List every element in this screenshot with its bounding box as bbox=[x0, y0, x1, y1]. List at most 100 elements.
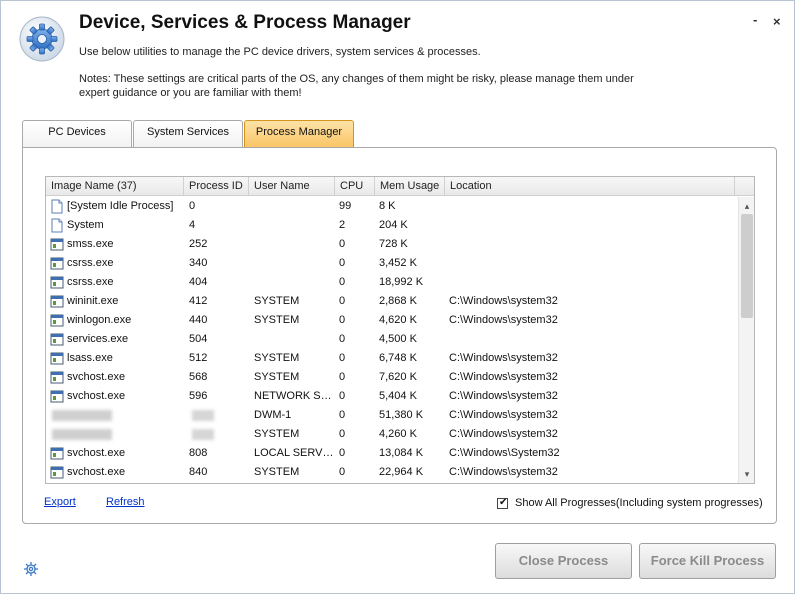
cpu-cell: 0 bbox=[339, 257, 346, 269]
table-row[interactable]: System 4 2 204 K bbox=[46, 216, 738, 235]
process-id-cell: 568 bbox=[189, 371, 208, 383]
app-window-icon bbox=[50, 447, 64, 460]
cpu-cell: 0 bbox=[339, 409, 346, 421]
process-id-cell: 512 bbox=[189, 352, 208, 364]
table-row[interactable]: svchost.exe 840 SYSTEM 0 22,964 K C:\Windows\… bbox=[46, 463, 738, 482]
list-header: Image Name (37) Process ID User Name CPU… bbox=[46, 177, 754, 196]
table-row[interactable]: winlogon.exe 440 SYSTEM 0 4,620 K C:\Windows\… bbox=[46, 311, 738, 330]
cpu-cell: 0 bbox=[339, 314, 346, 326]
app-window-icon bbox=[50, 333, 64, 346]
cpu-cell: 0 bbox=[339, 238, 346, 250]
column-header-image-name[interactable]: Image Name (37) bbox=[46, 177, 184, 195]
table-row[interactable]: DWM-1 0 51,380 K C:\Windows\system32 bbox=[46, 406, 738, 425]
user-name-cell: SYSTEM bbox=[254, 428, 300, 440]
column-header-user-name[interactable]: User Name bbox=[249, 177, 335, 195]
mem-usage-cell: 728 K bbox=[379, 238, 408, 250]
table-row[interactable]: wininit.exe 412 SYSTEM 0 2,868 K C:\Windows\s… bbox=[46, 292, 738, 311]
cpu-cell: 0 bbox=[339, 466, 346, 478]
location-cell: C:\Windows\system32 bbox=[449, 352, 558, 364]
location-cell: C:\Windows\system32 bbox=[449, 314, 558, 326]
location-cell: C:\Windows\system32 bbox=[449, 409, 558, 421]
process-name-cell: lsass.exe bbox=[67, 352, 113, 364]
app-window-icon bbox=[50, 314, 64, 327]
table-row[interactable]: SYSTEM 0 4,260 K C:\Windows\system32 bbox=[46, 425, 738, 444]
mem-usage-cell: 7,620 K bbox=[379, 371, 417, 383]
export-link[interactable]: Export bbox=[44, 496, 76, 508]
table-row[interactable]: svchost.exe 568 SYSTEM 0 7,620 K C:\Windows\s… bbox=[46, 368, 738, 387]
window-title: Device, Services & Process Manager bbox=[79, 12, 411, 33]
app-window-icon bbox=[50, 238, 64, 251]
table-row[interactable]: [System Idle Process] 0 99 8 K bbox=[46, 197, 738, 216]
mem-usage-cell: 2,868 K bbox=[379, 295, 417, 307]
checkmark-icon: ✔ bbox=[499, 497, 508, 508]
process-id-cell: 340 bbox=[189, 257, 208, 269]
user-name-cell: SYSTEM bbox=[254, 466, 300, 478]
app-window-icon bbox=[50, 390, 64, 403]
user-name-cell: DWM-1 bbox=[254, 409, 292, 421]
document-icon bbox=[51, 199, 63, 214]
app-window-icon bbox=[50, 276, 64, 289]
process-id-cell: 840 bbox=[189, 466, 208, 478]
cpu-cell: 0 bbox=[339, 371, 346, 383]
column-header-location[interactable]: Location bbox=[445, 177, 735, 195]
table-row[interactable]: csrss.exe 340 0 3,452 K bbox=[46, 254, 738, 273]
process-name-cell: svchost.exe bbox=[67, 447, 126, 459]
column-header-mem-usage[interactable]: Mem Usage bbox=[375, 177, 445, 195]
user-name-cell: SYSTEM bbox=[254, 352, 300, 364]
location-cell: C:\Windows\system32 bbox=[449, 371, 558, 383]
table-row[interactable]: svchost.exe 808 LOCAL SERVICE 0 13,084 K C:\W… bbox=[46, 444, 738, 463]
settings-gear-icon[interactable] bbox=[23, 561, 39, 577]
close-process-button[interactable]: Close Process bbox=[495, 543, 632, 579]
process-id-cell: 596 bbox=[189, 390, 208, 402]
app-window-icon bbox=[50, 295, 64, 308]
cpu-cell: 0 bbox=[339, 390, 346, 402]
process-name-cell: csrss.exe bbox=[67, 276, 114, 288]
scroll-down-arrow-icon[interactable]: ▾ bbox=[742, 469, 752, 479]
redacted-name-area bbox=[52, 429, 112, 440]
mem-usage-cell: 8 K bbox=[379, 200, 396, 212]
scroll-up-arrow-icon[interactable]: ▴ bbox=[742, 201, 752, 211]
process-id-cell: 504 bbox=[189, 333, 208, 345]
tab-process-manager[interactable]: Process Manager bbox=[244, 120, 354, 148]
table-row[interactable]: services.exe 504 0 4,500 K bbox=[46, 330, 738, 349]
minimize-button[interactable]: ‑ bbox=[753, 13, 757, 27]
user-name-cell: LOCAL SERVICE bbox=[254, 447, 336, 459]
redacted-pid-area bbox=[192, 410, 214, 421]
process-id-cell: 440 bbox=[189, 314, 208, 326]
close-window-button[interactable]: × bbox=[773, 15, 781, 29]
table-row[interactable]: csrss.exe 404 0 18,992 K bbox=[46, 273, 738, 292]
tab-system-services[interactable]: System Services bbox=[133, 120, 243, 148]
process-name-cell: csrss.exe bbox=[67, 257, 114, 269]
cpu-cell: 2 bbox=[339, 219, 346, 231]
cpu-cell: 99 bbox=[339, 200, 352, 212]
process-id-cell: 0 bbox=[189, 200, 196, 212]
process-name-cell: services.exe bbox=[67, 333, 129, 345]
process-id-cell: 808 bbox=[189, 447, 208, 459]
table-row[interactable]: lsass.exe 512 SYSTEM 0 6,748 K C:\Windows\sys… bbox=[46, 349, 738, 368]
cpu-cell: 0 bbox=[339, 276, 346, 288]
location-cell: C:\Windows\system32 bbox=[449, 390, 558, 402]
table-row[interactable]: smss.exe 252 0 728 K bbox=[46, 235, 738, 254]
location-cell: C:\Windows\system32 bbox=[449, 428, 558, 440]
process-list[interactable]: Image Name (37) Process ID User Name CPU… bbox=[45, 176, 755, 484]
document-icon bbox=[51, 218, 63, 233]
show-all-checkbox[interactable]: ✔ bbox=[497, 497, 508, 509]
tab-pc-devices[interactable]: PC Devices bbox=[22, 120, 132, 148]
location-cell: C:\Windows\system32 bbox=[449, 295, 558, 307]
app-window: Device, Services & Process Manager Use b… bbox=[0, 0, 795, 594]
user-name-cell: SYSTEM bbox=[254, 371, 300, 383]
scrollbar-thumb[interactable] bbox=[741, 214, 753, 318]
process-id-cell: 252 bbox=[189, 238, 208, 250]
vertical-scrollbar[interactable]: ▴ ▾ bbox=[738, 197, 754, 483]
table-row[interactable]: svchost.exe 596 NETWORK SE... 0 5,404 K C:\Wi… bbox=[46, 387, 738, 406]
column-header-cpu[interactable]: CPU bbox=[335, 177, 375, 195]
show-all-label: Show All Progresses(Including system pro… bbox=[515, 497, 763, 509]
column-header-process-id[interactable]: Process ID bbox=[184, 177, 249, 195]
redacted-pid-area bbox=[192, 429, 214, 440]
process-name-cell: wininit.exe bbox=[67, 295, 119, 307]
app-window-icon bbox=[50, 466, 64, 479]
refresh-link[interactable]: Refresh bbox=[106, 496, 145, 508]
user-name-cell: NETWORK SE... bbox=[254, 390, 336, 402]
mem-usage-cell: 5,404 K bbox=[379, 390, 417, 402]
force-kill-process-button[interactable]: Force Kill Process bbox=[639, 543, 776, 579]
